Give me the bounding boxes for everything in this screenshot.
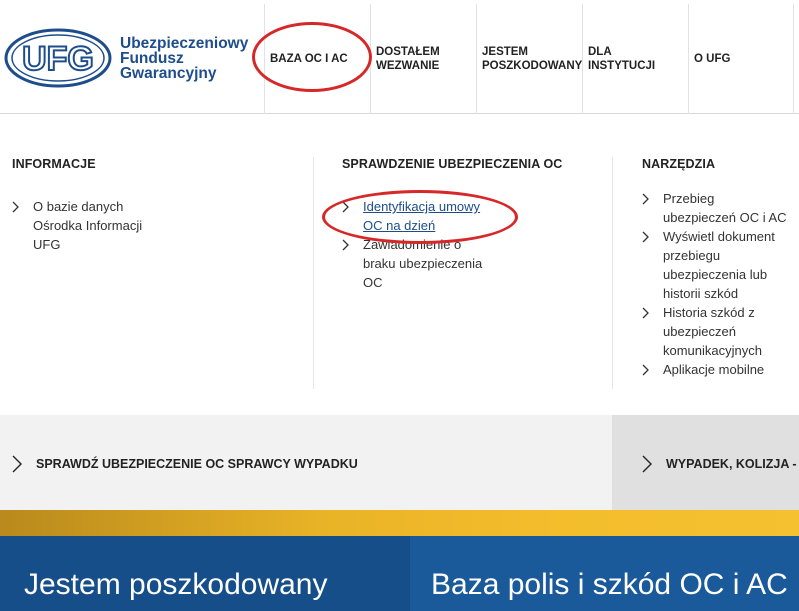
ufg-logo[interactable]: UFG Ubezpieczeniowy Fundusz Gwarancyjny [4, 28, 254, 90]
nav-label: O UFG [694, 53, 731, 65]
quick-link-band-right: WYPADEK, KOLIZJA - [612, 415, 799, 510]
mega-menu: INFORMACJE O bazie danych Ośrodka Inform… [0, 115, 799, 415]
logo-line-3: Gwarancyjny [120, 65, 217, 82]
link-list: Przebieg ubezpieczeń OC i AC Wyświetl do… [642, 189, 799, 379]
menu-link-przebieg[interactable]: Przebieg ubezpieczeń OC i AC [642, 189, 799, 227]
logo-line-1: Ubezpieczeniowy [120, 35, 249, 52]
chevron-right-icon [342, 198, 350, 213]
menu-link-o-bazie-danych[interactable]: O bazie danych Ośrodka Informacji UFG [12, 197, 302, 254]
link-list: O bazie danych Ośrodka Informacji UFG [12, 197, 302, 254]
wypadek-kolizja-link[interactable]: WYPADEK, KOLIZJA - [642, 455, 797, 473]
menu-column-informacje: INFORMACJE O bazie danych Ośrodka Inform… [12, 157, 302, 254]
hero-title-left: Jestem poszkodowany [24, 568, 328, 601]
logo-mark-text: UFG [22, 40, 94, 78]
nav-item-jestem-poszkodowany[interactable]: JESTEM POSZKODOWANY [476, 4, 582, 114]
menu-link-zawiadomienie[interactable]: Zawiadomienie o braku ubezpieczenia OC [342, 235, 602, 292]
hero-title-right: Baza polis i szkód OC i AC [431, 568, 788, 601]
gold-stripe [0, 510, 799, 536]
chevron-right-icon [642, 455, 652, 473]
quick-link-band-left: SPRAWDŹ UBEZPIECZENIE OC SPRAWCY WYPADKU [0, 415, 612, 510]
menu-link-aplikacje-mobilne[interactable]: Aplikacje mobilne [642, 360, 799, 379]
menu-column-sprawdzenie: SPRAWDZENIE UBEZPIECZENIA OC Identyfikac… [342, 157, 602, 292]
hero-panel-left[interactable]: Jestem poszkodowany [0, 536, 410, 611]
nav-label: DOSTAŁEM WEZWANIE [376, 46, 440, 72]
hero-panel-right[interactable]: Baza polis i szkód OC i AC [410, 536, 799, 611]
nav-item-o-ufg[interactable]: O UFG [688, 4, 794, 114]
logo-line-2: Fundusz [120, 50, 184, 67]
menu-column-narzedzia: NARZĘDZIA Przebieg ubezpieczeń OC i AC W… [642, 157, 799, 379]
nav-label: JESTEM POSZKODOWANY [482, 46, 583, 72]
nav-label: BAZA OC I AC [270, 53, 348, 65]
link-text[interactable]: Identyfikacja umowy OC na dzień [363, 199, 480, 233]
column-title: SPRAWDZENIE UBEZPIECZENIA OC [342, 157, 563, 171]
column-title: INFORMACJE [12, 157, 96, 171]
main-nav: BAZA OC I AC DOSTAŁEM WEZWANIE JESTEM POSZ… [264, 4, 794, 114]
ufg-logo-icon: UFG [4, 28, 112, 88]
menu-link-identyfikacja-umowy[interactable]: Identyfikacja umowy OC na dzień [342, 197, 602, 235]
column-divider [612, 157, 613, 389]
sprawdz-ubezpieczenie-link[interactable]: SPRAWDŹ UBEZPIECZENIE OC SPRAWCY WYPADKU [12, 455, 358, 473]
chevron-right-icon [12, 455, 22, 473]
chevron-right-icon [342, 236, 350, 251]
chevron-right-icon [642, 304, 650, 319]
nav-label: DLA INSTYTUCJI [588, 46, 656, 72]
column-divider [313, 157, 314, 389]
nav-item-baza-oc-ac[interactable]: BAZA OC I AC [264, 4, 370, 114]
chevron-right-icon [642, 190, 650, 205]
column-title: NARZĘDZIA [642, 157, 716, 171]
logo-wordmark: Ubezpieczeniowy Fundusz Gwarancyjny [120, 35, 249, 82]
menu-link-historia-szkod[interactable]: Historia szkód z ubezpieczeń komunikacyj… [642, 303, 799, 360]
link-list: Identyfikacja umowy OC na dzień Zawiadomi… [342, 197, 602, 292]
nav-item-dla-instytucji[interactable]: DLA INSTYTUCJI [582, 4, 688, 114]
nav-item-dostalem-wezwanie[interactable]: DOSTAŁEM WEZWANIE [370, 4, 476, 114]
site-header: UFG Ubezpieczeniowy Fundusz Gwarancyjny … [0, 4, 799, 114]
chevron-right-icon [642, 228, 650, 243]
chevron-right-icon [642, 361, 650, 376]
chevron-right-icon [12, 198, 20, 213]
menu-link-wyswietl-dokument[interactable]: Wyświetl dokument przebiegu ubezpieczeni… [642, 227, 799, 303]
